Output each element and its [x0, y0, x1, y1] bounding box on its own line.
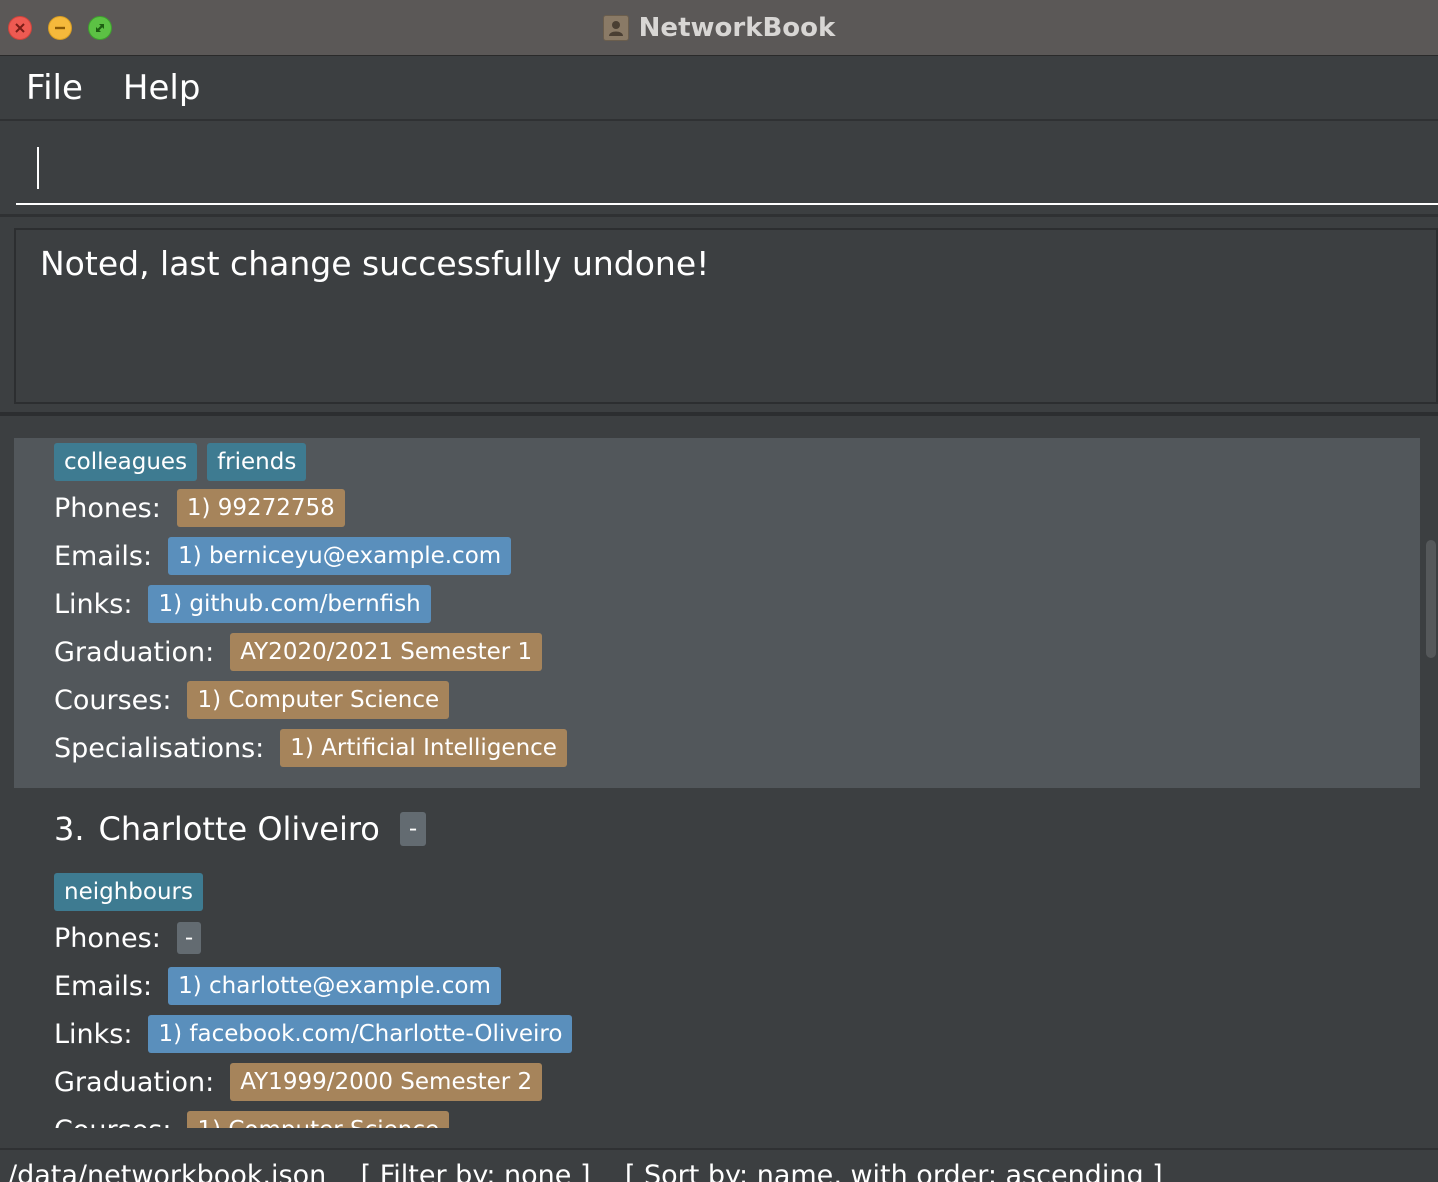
menu-help[interactable]: Help: [103, 68, 221, 108]
app-contacts-icon: [602, 15, 629, 41]
link-chip[interactable]: 1) facebook.com/Charlotte-Oliveiro: [148, 1015, 573, 1053]
email-chip[interactable]: 1) charlotte@example.com: [168, 967, 501, 1005]
status-filter: [ Filter by: none ]: [360, 1160, 591, 1182]
priority-chip: -: [399, 812, 427, 846]
window-title: NetworkBook: [638, 13, 836, 43]
emails-label: Emails:: [54, 970, 153, 1002]
graduation-label: Graduation:: [54, 636, 215, 668]
course-chip: 1) Computer Science: [187, 1111, 450, 1128]
courses-label: Courses:: [54, 1115, 171, 1129]
tag-chip: colleagues: [54, 443, 198, 481]
command-box-container: [0, 121, 1438, 217]
emails-label: Emails:: [54, 540, 153, 572]
pane-divider[interactable]: [0, 412, 1438, 416]
specialisation-chip: 1) Artificial Intelligence: [280, 729, 567, 767]
result-message: Noted, last change successfully undone!: [40, 244, 710, 283]
graduation-label: Graduation:: [54, 1066, 215, 1098]
person-name: Charlotte Oliveiro: [98, 810, 380, 848]
links-label: Links:: [54, 1018, 133, 1050]
phones-label: Phones:: [54, 492, 161, 524]
menu-bar: File Help: [0, 57, 1438, 121]
person-index: 3.: [54, 810, 85, 848]
menu-file[interactable]: File: [0, 68, 103, 108]
scrollbar-thumb[interactable]: [1426, 540, 1436, 658]
phones-label: Phones:: [54, 922, 161, 954]
person-card[interactable]: 3. Charlotte Oliveiro - neighbours Phone…: [14, 788, 1420, 1128]
window-titlebar: NetworkBook: [0, 0, 1438, 56]
status-file-path: /data/networkbook.json: [8, 1160, 327, 1182]
links-label: Links:: [54, 588, 133, 620]
list-scrollbar[interactable]: [1424, 438, 1438, 1128]
email-chip[interactable]: 1) berniceyu@example.com: [168, 537, 512, 575]
tag-chip: neighbours: [54, 873, 203, 911]
course-chip: 1) Computer Science: [187, 681, 450, 719]
person-card[interactable]: colleagues friends Phones: 1) 99272758 E…: [14, 438, 1420, 788]
tag-chip: friends: [207, 443, 307, 481]
status-sort: [ Sort by: name, with order: ascending ]: [624, 1160, 1163, 1182]
courses-label: Courses:: [54, 684, 172, 716]
result-display: Noted, last change successfully undone!: [14, 228, 1438, 404]
person-list[interactable]: colleagues friends Phones: 1) 99272758 E…: [14, 438, 1420, 1128]
status-bar: /data/networkbook.json [ Filter by: none…: [0, 1148, 1438, 1182]
specialisations-label: Specialisations:: [54, 732, 265, 764]
graduation-chip: AY1999/2000 Semester 2: [230, 1063, 543, 1101]
link-chip[interactable]: 1) github.com/bernfish: [148, 585, 431, 623]
status-text: /data/networkbook.json [ Filter by: none…: [8, 1160, 1163, 1182]
window-title-group: NetworkBook: [0, 0, 1438, 56]
graduation-chip: AY2020/2021 Semester 1: [230, 633, 543, 671]
phone-chip: -: [176, 922, 202, 954]
phone-chip: 1) 99272758: [176, 489, 345, 527]
text-caret: [37, 147, 39, 189]
command-input[interactable]: [16, 139, 1438, 205]
